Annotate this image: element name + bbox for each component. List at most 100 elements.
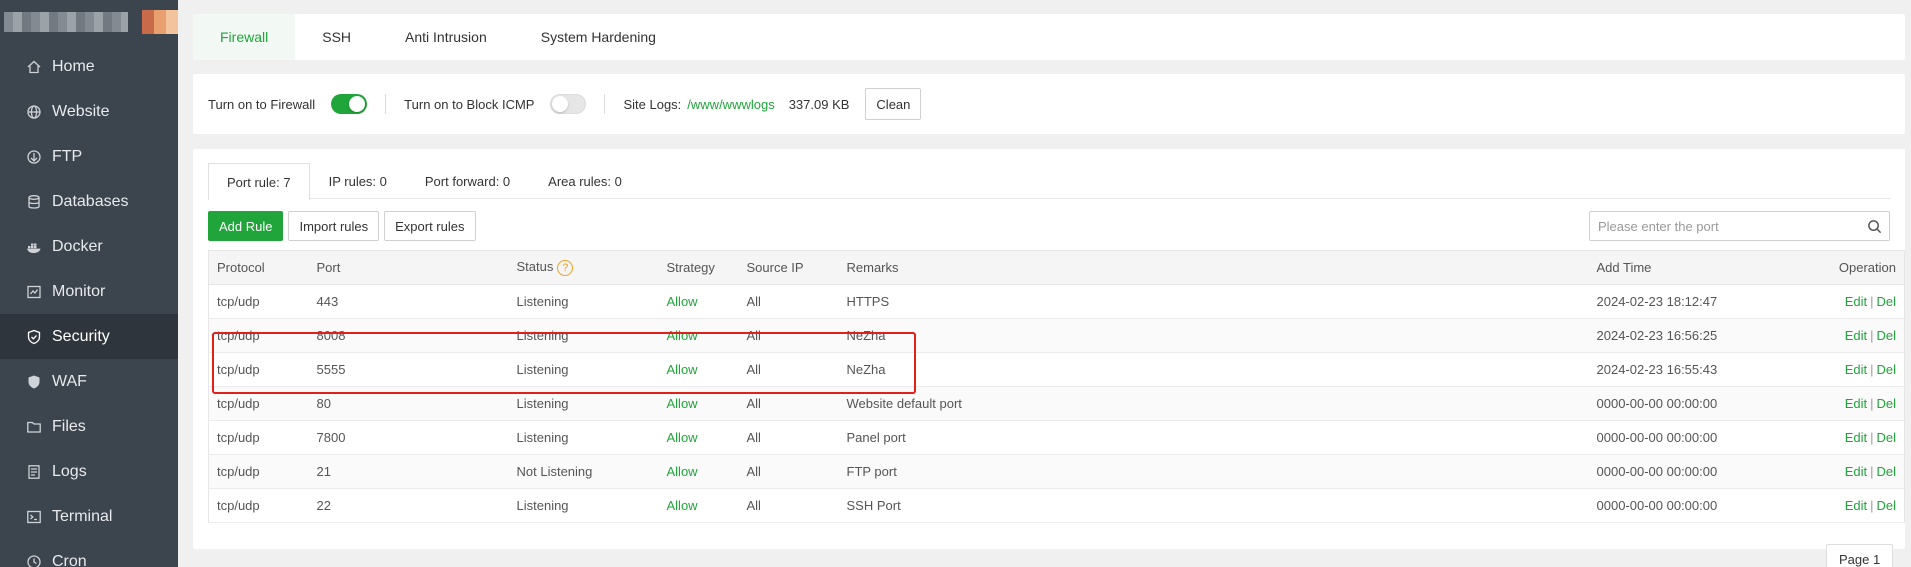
cell-strategy: Allow xyxy=(658,420,739,455)
sidebar-item-monitor[interactable]: Monitor xyxy=(0,269,178,314)
page-indicator: Page 1 xyxy=(1839,551,1881,567)
sidebar-item-label: Databases xyxy=(52,192,129,210)
tab-ssh[interactable]: SSH xyxy=(295,14,378,60)
sidebar-item-waf[interactable]: WAF xyxy=(0,359,178,404)
cell-strategy: Allow xyxy=(658,488,739,523)
sidebar-item-label: Home xyxy=(52,57,95,75)
port-search-input[interactable] xyxy=(1590,212,1859,240)
cell-status: Listening xyxy=(508,352,659,387)
edit-link[interactable]: Edit xyxy=(1845,430,1867,445)
toggle-knob xyxy=(349,96,366,112)
edit-link[interactable]: Edit xyxy=(1845,362,1867,377)
sidebar-item-label: Docker xyxy=(52,237,103,255)
monitor-icon xyxy=(26,284,42,300)
rules-panel: Port rule: 7 IP rules: 0 Port forward: 0… xyxy=(193,149,1905,549)
sidebar-item-ftp[interactable]: FTP xyxy=(0,134,178,179)
cell-source-ip: All xyxy=(738,386,839,421)
sidebar-item-website[interactable]: Website xyxy=(0,89,178,134)
tab-anti-intrusion[interactable]: Anti Intrusion xyxy=(378,14,514,60)
sidebar-item-databases[interactable]: Databases xyxy=(0,179,178,224)
cell-protocol: tcp/udp xyxy=(208,488,309,523)
cell-source-ip: All xyxy=(738,284,839,319)
export-rules-button[interactable]: Export rules xyxy=(384,211,476,241)
icmp-toggle-label: Turn on to Block ICMP xyxy=(404,96,535,112)
sidebar-item-label: Files xyxy=(52,417,86,435)
home-icon xyxy=(26,59,42,75)
block-icmp-toggle[interactable] xyxy=(550,94,587,114)
cell-protocol: tcp/udp xyxy=(208,352,309,387)
blurred-logo xyxy=(4,12,128,32)
sidebar-item-home[interactable]: Home xyxy=(0,44,178,89)
delete-link[interactable]: Del xyxy=(1876,362,1896,377)
cell-status: Listening xyxy=(508,386,659,421)
sidebar-item-cron[interactable]: Cron xyxy=(0,539,178,567)
cell-remarks: Panel port xyxy=(838,420,1589,455)
cell-protocol: tcp/udp xyxy=(208,386,309,421)
cell-remarks: FTP port xyxy=(838,454,1589,489)
table-row: tcp/udp 5555 Listening Allow All NeZha 2… xyxy=(208,352,1905,387)
toggle-knob xyxy=(552,96,569,112)
cell-port: 443 xyxy=(308,284,509,319)
sidebar-item-logs[interactable]: Logs xyxy=(0,449,178,494)
col-status-label: Status xyxy=(516,259,554,275)
table-header-row: Protocol Port Status? Strategy Source IP… xyxy=(208,250,1905,285)
delete-link[interactable]: Del xyxy=(1876,464,1896,479)
delete-link[interactable]: Del xyxy=(1876,328,1896,343)
sidebar-item-terminal[interactable]: Terminal xyxy=(0,494,178,539)
cell-port: 5555 xyxy=(308,352,509,387)
search-icon[interactable] xyxy=(1859,219,1889,234)
sidebar-item-security[interactable]: Security xyxy=(0,314,178,359)
cell-operation: Edit | Del xyxy=(1808,318,1905,353)
pagination[interactable]: Page 1 xyxy=(1826,544,1894,567)
tab-system-hardening[interactable]: System Hardening xyxy=(514,14,683,60)
firewall-toggle[interactable] xyxy=(331,94,368,114)
cell-add-time: 2024-02-23 16:55:43 xyxy=(1588,352,1809,387)
cell-source-ip: All xyxy=(738,454,839,489)
cell-port: 8008 xyxy=(308,318,509,353)
cell-status: Not Listening xyxy=(508,454,659,489)
cell-source-ip: All xyxy=(738,420,839,455)
cell-port: 7800 xyxy=(308,420,509,455)
delete-link[interactable]: Del xyxy=(1876,430,1896,445)
tab-area-rules[interactable]: Area rules: 0 xyxy=(529,163,641,198)
delete-link[interactable]: Del xyxy=(1876,294,1896,309)
sidebar-item-label: WAF xyxy=(52,372,87,390)
edit-link[interactable]: Edit xyxy=(1845,464,1867,479)
site-logs-path-link[interactable]: /www/wwwlogs xyxy=(687,97,774,112)
firewall-toggle-label: Turn on to Firewall xyxy=(208,96,316,112)
cell-strategy: Allow xyxy=(658,386,739,421)
database-icon xyxy=(26,194,42,210)
import-rules-button[interactable]: Import rules xyxy=(288,211,380,241)
tab-port-forward[interactable]: Port forward: 0 xyxy=(406,163,529,198)
port-rules-table: Protocol Port Status? Strategy Source IP… xyxy=(208,250,1905,523)
site-logs-size: 337.09 KB xyxy=(788,96,850,112)
help-icon[interactable]: ? xyxy=(557,259,574,276)
cell-operation: Edit | Del xyxy=(1808,488,1905,523)
edit-link[interactable]: Edit xyxy=(1845,294,1867,309)
cell-protocol: tcp/udp xyxy=(208,284,309,319)
cell-operation: Edit | Del xyxy=(1808,454,1905,489)
sidebar-item-label: Cron xyxy=(52,552,87,567)
sidebar-item-label: Security xyxy=(52,327,110,345)
edit-link[interactable]: Edit xyxy=(1845,396,1867,411)
cell-source-ip: All xyxy=(738,488,839,523)
delete-link[interactable]: Del xyxy=(1876,396,1896,411)
tab-firewall[interactable]: Firewall xyxy=(193,14,296,60)
tab-ip-rules[interactable]: IP rules: 0 xyxy=(310,163,406,198)
logo-area xyxy=(0,0,178,44)
clean-logs-button[interactable]: Clean xyxy=(865,88,922,120)
cell-source-ip: All xyxy=(738,352,839,387)
edit-link[interactable]: Edit xyxy=(1845,328,1867,343)
tab-port-rule[interactable]: Port rule: 7 xyxy=(208,163,310,200)
add-rule-button[interactable]: Add Rule xyxy=(208,211,284,241)
cell-operation: Edit | Del xyxy=(1808,284,1905,319)
sidebar-item-files[interactable]: Files xyxy=(0,404,178,449)
sidebar-item-docker[interactable]: Docker xyxy=(0,224,178,269)
delete-link[interactable]: Del xyxy=(1876,498,1896,513)
table-row: tcp/udp 443 Listening Allow All HTTPS 20… xyxy=(208,284,1905,319)
cell-port: 80 xyxy=(308,386,509,421)
divider xyxy=(604,94,606,114)
op-separator: | xyxy=(1870,396,1874,411)
edit-link[interactable]: Edit xyxy=(1845,498,1867,513)
op-separator: | xyxy=(1870,328,1874,343)
